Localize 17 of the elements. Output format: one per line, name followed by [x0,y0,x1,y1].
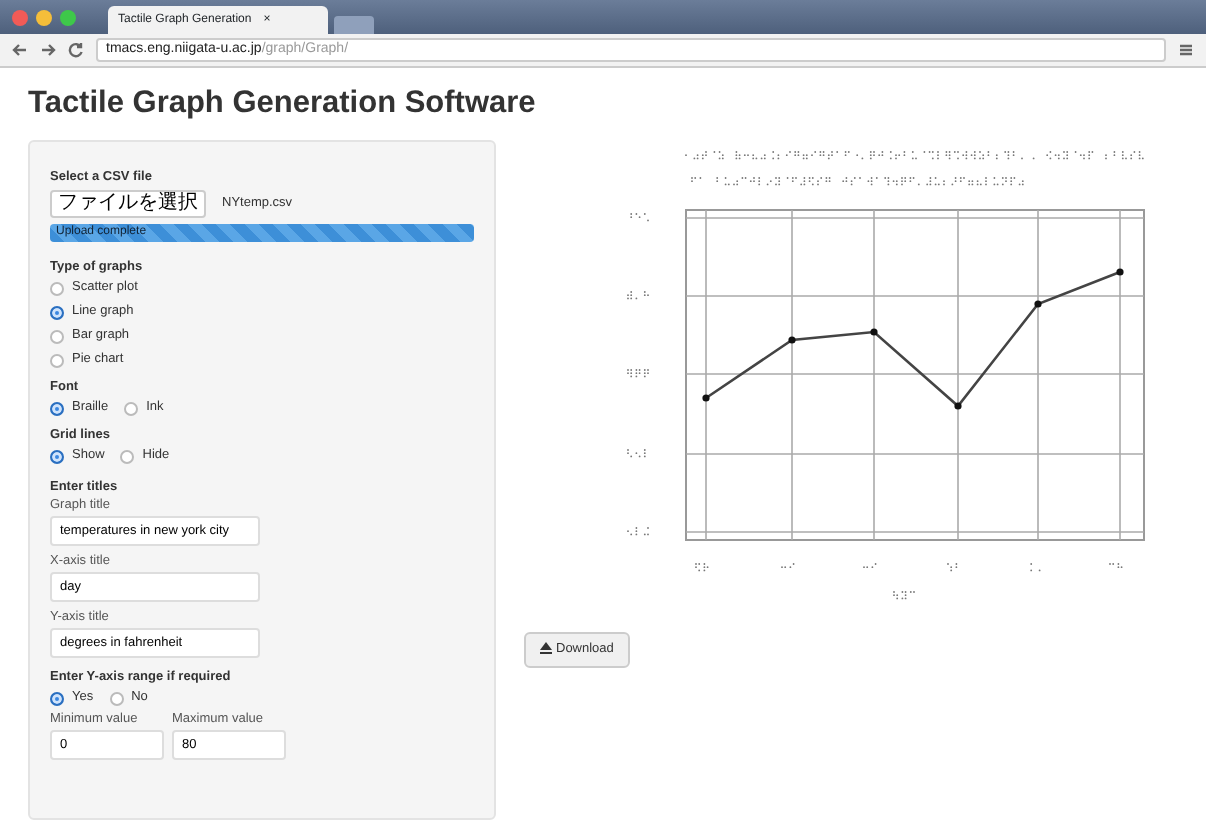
choose-file-button[interactable]: ファイルを選択 [50,190,206,218]
forward-icon[interactable] [40,42,56,58]
back-icon[interactable] [12,42,28,58]
radio-button[interactable] [50,305,64,319]
page-title: Tactile Graph Generation Software [28,84,538,124]
radio-button[interactable] [50,691,64,705]
menu-icon[interactable] [1178,42,1194,58]
radio-button[interactable] [124,401,139,415]
radio-button[interactable] [50,329,64,343]
upload-icon [540,642,552,655]
radio-button[interactable] [50,353,64,367]
radio-button[interactable] [50,401,64,415]
radio-button[interactable] [109,691,124,705]
reload-icon[interactable] [68,42,84,58]
radio-button[interactable] [50,281,64,295]
radio-button[interactable] [50,449,64,463]
radio-button[interactable] [120,449,135,463]
